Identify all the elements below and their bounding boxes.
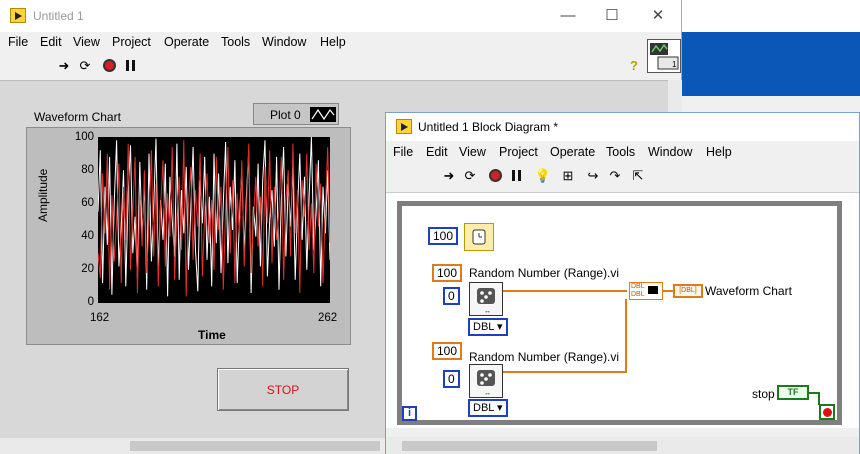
random1-high-constant[interactable]: 100 [432, 264, 463, 282]
close-button[interactable]: ✕ [636, 4, 680, 28]
context-help-icon[interactable]: ? [625, 57, 643, 75]
waveform-chart-terminal-label: Waveform Chart [705, 284, 792, 298]
block-diagram-title: Untitled 1 Block Diagram * [418, 120, 559, 134]
block-diagram-window: Untitled 1 Block Diagram * File Edit Vie… [385, 112, 860, 454]
menu-file[interactable]: File [393, 145, 413, 159]
menu-project[interactable]: Project [112, 35, 151, 49]
menu-tools[interactable]: Tools [606, 145, 635, 159]
menu-project[interactable]: Project [499, 145, 538, 159]
pause-icon[interactable] [121, 57, 139, 75]
block-diagram-canvas: 100 100 Random Number (Range).vi 0 ↔ DBL… [386, 192, 859, 428]
menu-view[interactable]: View [459, 145, 486, 159]
menu-window[interactable]: Window [262, 35, 306, 49]
y-axis-label: Amplitude [36, 168, 50, 222]
run-continuously-icon[interactable]: ⟳ [461, 167, 479, 185]
labview-vi-icon [10, 8, 26, 23]
y-tick-label: 20 [81, 263, 94, 275]
plot-line-swatch-icon [310, 107, 336, 122]
stop-boolean-terminal[interactable]: TF [777, 385, 809, 400]
random1-label: Random Number (Range).vi [469, 266, 620, 280]
y-tick-label: 0 [87, 296, 94, 308]
random2-high-constant[interactable]: 100 [432, 342, 463, 360]
y-tick-label: 80 [81, 164, 94, 176]
iteration-terminal[interactable]: i [402, 406, 417, 421]
abort-execution-icon[interactable] [100, 57, 118, 75]
x-tick-label: 162 [90, 312, 110, 324]
chart-plot-area [98, 137, 330, 303]
labview-vi-icon [396, 119, 412, 134]
menu-window[interactable]: Window [648, 145, 692, 159]
y-tick-label: 40 [81, 230, 94, 242]
step-out-icon[interactable]: ⇱ [629, 167, 647, 185]
data-wire[interactable] [625, 299, 627, 373]
random1-low-constant[interactable]: 0 [443, 287, 460, 305]
menu-help[interactable]: Help [320, 35, 346, 49]
svg-text:↔: ↔ [484, 308, 491, 315]
retain-wire-values-icon[interactable]: ⊞ [559, 167, 577, 185]
menu-view[interactable]: View [73, 35, 100, 49]
random2-low-constant[interactable]: 0 [443, 370, 460, 388]
stop-button[interactable]: STOP [217, 368, 349, 411]
wait-timer-icon[interactable] [464, 223, 494, 251]
menu-file[interactable]: File [8, 35, 28, 49]
x-axis-label: Time [198, 328, 226, 342]
build-array-icon [648, 286, 658, 294]
minimize-button[interactable]: — [546, 4, 590, 28]
block-diagram-menubar: File Edit View Project Operate Tools Win… [386, 143, 859, 163]
run-arrow-icon[interactable]: ➜ [440, 167, 458, 185]
menu-operate[interactable]: Operate [164, 35, 209, 49]
chart-title: Waveform Chart [34, 110, 121, 124]
menu-tools[interactable]: Tools [221, 35, 250, 49]
y-tick-label: 60 [81, 197, 94, 209]
block-diagram-horizontal-scrollbar[interactable] [386, 437, 859, 454]
block-diagram-titlebar: Untitled 1 Block Diagram * [386, 113, 859, 141]
loop-condition-stop-icon[interactable] [819, 404, 835, 420]
menu-edit[interactable]: Edit [426, 145, 448, 159]
run-continuously-icon[interactable]: ⟳ [76, 57, 94, 75]
wait-ms-constant[interactable]: 100 [428, 227, 459, 245]
data-wire[interactable] [503, 371, 627, 373]
waveform-chart-terminal[interactable]: [DBL] [673, 284, 703, 298]
plot-legend-label: Plot 0 [270, 108, 301, 122]
random1-representation-ring[interactable]: DBL ▾ [468, 318, 508, 336]
svg-text:↔: ↔ [484, 390, 491, 397]
maximize-button[interactable]: ☐ [590, 4, 634, 28]
random-number-dice-icon[interactable]: ↔ [469, 364, 503, 398]
step-into-icon[interactable]: ↪ [584, 167, 602, 185]
step-over-icon[interactable]: ↷ [606, 167, 624, 185]
plot-legend[interactable]: Plot 0 [253, 103, 339, 125]
vi-connector-icon[interactable]: 1 [647, 39, 681, 73]
random2-representation-ring[interactable]: DBL ▾ [468, 399, 508, 417]
front-panel-titlebar: Untitled 1 — ☐ ✕ [0, 0, 681, 32]
x-tick-label: 262 [318, 312, 338, 324]
data-wire[interactable] [503, 290, 627, 292]
y-tick-label: 100 [74, 131, 94, 143]
abort-execution-icon[interactable] [486, 167, 504, 185]
front-panel-menubar: File Edit View Project Operate Tools Win… [0, 33, 680, 53]
menu-help[interactable]: Help [706, 145, 732, 159]
random-number-dice-icon[interactable]: ↔ [469, 282, 503, 316]
stop-button-label: STOP [266, 383, 300, 397]
menu-operate[interactable]: Operate [550, 145, 595, 159]
highlight-execution-bulb-icon[interactable]: 💡 [534, 167, 552, 185]
front-panel-title: Untitled 1 [33, 9, 84, 23]
pause-icon[interactable] [507, 167, 525, 185]
menu-edit[interactable]: Edit [40, 35, 62, 49]
stop-terminal-label: stop [752, 387, 775, 401]
run-arrow-icon[interactable]: ➜ [55, 57, 73, 75]
svg-text:1: 1 [672, 60, 677, 69]
random2-label: Random Number (Range).vi [469, 350, 620, 364]
